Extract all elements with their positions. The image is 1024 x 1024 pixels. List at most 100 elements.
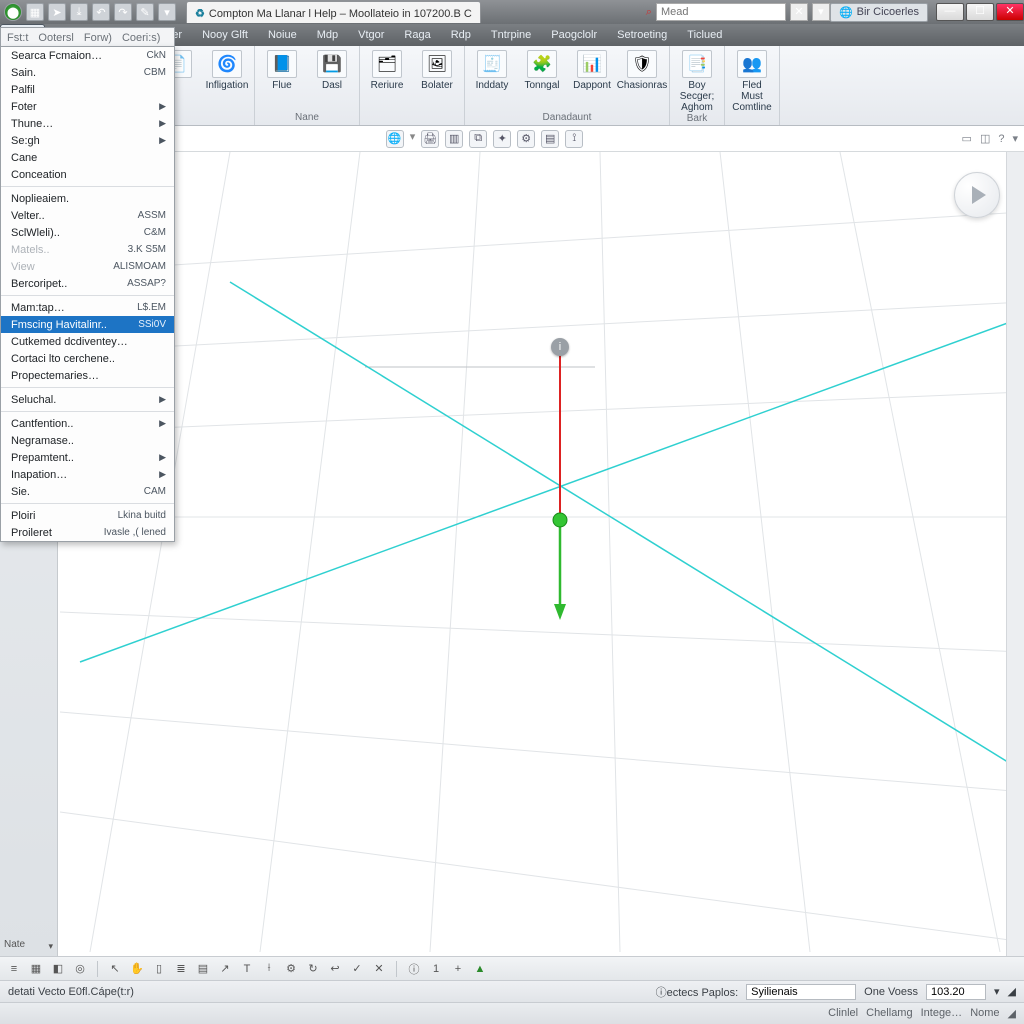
footer-corner-icon[interactable]: ◢ bbox=[1008, 1007, 1016, 1020]
ribbon-dappont[interactable]: 📊Dappont bbox=[571, 50, 613, 91]
bt-list-icon[interactable]: ≣ bbox=[173, 961, 189, 977]
menu-item-noplieaiem[interactable]: Noplieaiem. bbox=[1, 190, 174, 207]
menu-item-palfil[interactable]: Palfil bbox=[1, 81, 174, 98]
panel-d-icon[interactable]: ▾ bbox=[1012, 132, 1018, 145]
ribbon-bolater[interactable]: 🖼Bolater bbox=[416, 50, 458, 91]
bt-arrow-icon[interactable]: ↗ bbox=[217, 961, 233, 977]
search-clear-icon[interactable]: ✕ bbox=[790, 3, 808, 21]
ribbon-infligation[interactable]: 🌀Infligation bbox=[206, 50, 248, 91]
globe-icon[interactable]: 🌐 bbox=[386, 130, 404, 148]
layers-icon[interactable]: ▤ bbox=[541, 130, 559, 148]
qat-open-icon[interactable]: ➤ bbox=[48, 3, 66, 21]
bt-gear-icon[interactable]: ⚙ bbox=[283, 961, 299, 977]
bt-check-icon[interactable]: ✓ bbox=[349, 961, 365, 977]
ribbon-tonngal[interactable]: 🧩Tonngal bbox=[521, 50, 563, 91]
menu-ticlued[interactable]: Ticlued bbox=[677, 24, 732, 46]
ribbon-boy-secger-aghom[interactable]: 📑Boy Secger; Aghom bbox=[676, 50, 718, 113]
maximize-button[interactable]: ☐ bbox=[966, 3, 994, 21]
dropdown-caret-icon[interactable]: ▾ bbox=[410, 130, 416, 148]
menu-item-mam-tap[interactable]: Mam:tap…L$.EM bbox=[1, 299, 174, 316]
menu-item-searca-fcmaion[interactable]: Searca Fcmaion…CkN bbox=[1, 47, 174, 64]
menu-item-cane[interactable]: Cane bbox=[1, 149, 174, 166]
qat-undo-icon[interactable]: ↶ bbox=[92, 3, 110, 21]
menu-item-fmscing-havitalinr[interactable]: Fmscing Havitalinr..SSi0V bbox=[1, 316, 174, 333]
vertical-scrollbar[interactable] bbox=[1006, 152, 1024, 956]
menu-item-prepamtent[interactable]: Prepamtent..▶ bbox=[1, 449, 174, 466]
qat-redo-icon[interactable]: ↷ bbox=[114, 3, 132, 21]
measure-icon[interactable]: ⟟ bbox=[565, 130, 583, 148]
ribbon-dasl[interactable]: 💾Dasl bbox=[311, 50, 353, 91]
qat-save-icon[interactable]: ⤓ bbox=[70, 3, 88, 21]
menu-item-se-gh[interactable]: Se:gh▶ bbox=[1, 132, 174, 149]
menu-item-propectemaries[interactable]: Propectemaries… bbox=[1, 367, 174, 384]
bt-doc-icon[interactable]: ▤ bbox=[195, 961, 211, 977]
bt-layers-icon[interactable]: ◧ bbox=[50, 961, 66, 977]
menu-noiue[interactable]: Noiue bbox=[258, 24, 307, 46]
menu-raga[interactable]: Raga bbox=[394, 24, 440, 46]
access-field[interactable] bbox=[746, 984, 856, 1000]
close-button[interactable]: ✕ bbox=[996, 3, 1024, 21]
menu-nooy glft[interactable]: Nooy Glft bbox=[192, 24, 258, 46]
menu-mdp[interactable]: Mdp bbox=[307, 24, 348, 46]
menu-item-cortaci-lto-cerchene[interactable]: Cortaci lto cerchene.. bbox=[1, 350, 174, 367]
menu-item-proileret[interactable]: ProileretIvasle ,( lened bbox=[1, 524, 174, 541]
bt-info-icon[interactable]: ⓘ bbox=[406, 961, 422, 977]
menu-item-bercoripet[interactable]: Bercoripet..ASSAP? bbox=[1, 275, 174, 292]
menu-item-cutkemed-dcdiventey[interactable]: Cutkemed dcdiventey… bbox=[1, 333, 174, 350]
magnet-icon[interactable]: ⧉ bbox=[469, 130, 487, 148]
print-icon[interactable]: 🖨 bbox=[421, 130, 439, 148]
bt-back-icon[interactable]: ↩ bbox=[327, 961, 343, 977]
bt-grid-icon[interactable]: ▦ bbox=[28, 961, 44, 977]
bt-close-icon[interactable]: ✕ bbox=[371, 961, 387, 977]
menu-item-sain[interactable]: Sain.CBM bbox=[1, 64, 174, 81]
bt-dim-icon[interactable]: ⟊ bbox=[261, 961, 277, 977]
minimize-button[interactable]: — bbox=[936, 3, 964, 21]
bt-menu-icon[interactable]: ≡ bbox=[6, 961, 22, 977]
ribbon-reriure[interactable]: 🗂Reriure bbox=[366, 50, 408, 91]
panel-c-icon[interactable]: ? bbox=[998, 133, 1004, 145]
status-corner-icon[interactable]: ◢ bbox=[1008, 985, 1016, 998]
ribbon-inddaty[interactable]: 🧾Inddaty bbox=[471, 50, 513, 91]
document-tab[interactable]: ♻ Compton Ma Llanar l Help – Moollateio … bbox=[186, 1, 481, 23]
menu-item-sie[interactable]: Sie.CAM bbox=[1, 483, 174, 500]
menu-tntrpine[interactable]: Tntrpine bbox=[481, 24, 541, 46]
ribbon-chasionras[interactable]: 🛡Chasionras bbox=[621, 50, 663, 91]
menu-item-seluchal[interactable]: Seluchal.▶ bbox=[1, 391, 174, 408]
menu-item-velter[interactable]: Velter..ASSM bbox=[1, 207, 174, 224]
bt-cursor-icon[interactable]: ↖ bbox=[107, 961, 123, 977]
visibility-field[interactable] bbox=[926, 984, 986, 1000]
play-button[interactable] bbox=[954, 172, 1000, 218]
menu-paogclolr[interactable]: Paogclolr bbox=[541, 24, 607, 46]
bt-select-icon[interactable]: ▯ bbox=[151, 961, 167, 977]
gear-icon[interactable]: ⚙ bbox=[517, 130, 535, 148]
menu-item-negramase[interactable]: Negramase.. bbox=[1, 432, 174, 449]
bt-hand-icon[interactable]: ✋ bbox=[129, 961, 145, 977]
menu-item-inapation[interactable]: Inapation…▶ bbox=[1, 466, 174, 483]
menu-item-conceation[interactable]: Conceation bbox=[1, 166, 174, 183]
ribbon-flue[interactable]: 📘Flue bbox=[261, 50, 303, 91]
qat-paste-icon[interactable]: ✎ bbox=[136, 3, 154, 21]
qat-new-icon[interactable]: ▦ bbox=[26, 3, 44, 21]
bt-warn-icon[interactable]: ▲ bbox=[472, 961, 488, 977]
app-icon[interactable]: ⬤ bbox=[4, 3, 22, 21]
panel-a-icon[interactable]: ▭ bbox=[962, 132, 972, 145]
bt-plus-icon[interactable]: + bbox=[450, 961, 466, 977]
menu-item-foter[interactable]: Foter▶ bbox=[1, 98, 174, 115]
sheet-icon[interactable]: ▥ bbox=[445, 130, 463, 148]
qat-more-icon[interactable]: ▾ bbox=[158, 3, 176, 21]
menu-item-cantfention[interactable]: Cantfention..▶ bbox=[1, 415, 174, 432]
visibility-dropdown-icon[interactable]: ▾ bbox=[994, 985, 1000, 998]
wrench-icon[interactable]: ✦ bbox=[493, 130, 511, 148]
menu-rdp[interactable]: Rdp bbox=[441, 24, 481, 46]
search-dropdown-icon[interactable]: ▾ bbox=[812, 3, 830, 21]
menu-setroeting[interactable]: Setroeting bbox=[607, 24, 677, 46]
menu-item-sclwleli[interactable]: SclWleli)..C&M bbox=[1, 224, 174, 241]
menu-item-ploiri[interactable]: PloiriLkina buitd bbox=[1, 507, 174, 524]
menu-vtgor[interactable]: Vtgor bbox=[348, 24, 394, 46]
menu-item-thune[interactable]: Thune…▶ bbox=[1, 115, 174, 132]
bt-target-icon[interactable]: ◎ bbox=[72, 961, 88, 977]
secondary-tab[interactable]: 🌐 Bir Cicoerles bbox=[830, 3, 928, 22]
bt-rotate-icon[interactable]: ↻ bbox=[305, 961, 321, 977]
bt-text-icon[interactable]: T bbox=[239, 961, 255, 977]
search-input[interactable] bbox=[656, 3, 786, 21]
